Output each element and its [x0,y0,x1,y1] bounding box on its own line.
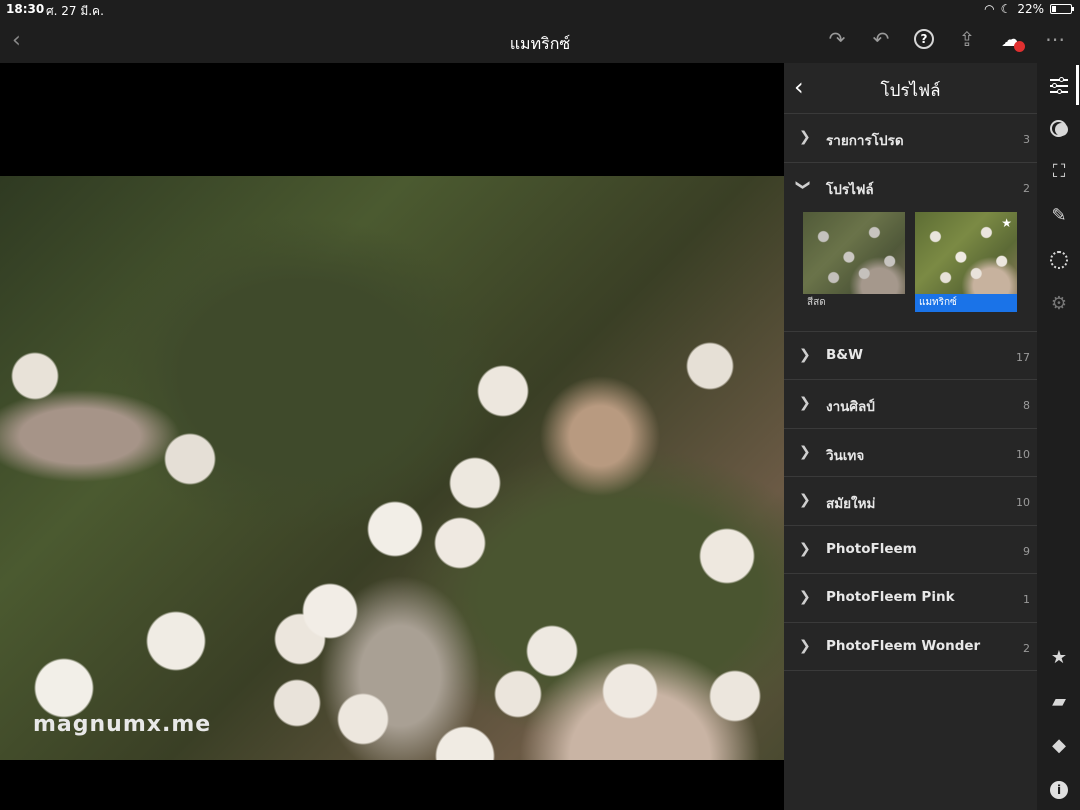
photo-area: magnumx.me [0,63,784,810]
chevron-right-icon: ❯ [799,443,811,460]
status-bar: 18:30 ศ. 27 มี.ค. ◠ ☾ 22% [0,0,1080,20]
group-label: PhotoFleem [826,540,917,557]
thumb-image [803,211,905,294]
cloud-sync-icon[interactable]: ☁ [1000,27,1025,52]
wifi-icon: ◠ [984,2,995,16]
group-label: PhotoFleem Pink [826,589,955,605]
chevron-right-icon: ❯ [799,129,811,145]
versions-icon[interactable]: ⚙ [1048,293,1070,315]
profile-panel: ‹ โปรไฟล์ ❯ รายการโปรด 3 ❯ โปรไฟล์ 2 สีส… [784,63,1037,810]
chevron-right-icon: ❯ [799,395,811,411]
status-date: ศ. 27 มี.ค. [46,4,104,18]
watermark: magnumx.me [33,712,212,737]
group-count: 10 [1016,447,1030,461]
top-bar: ‹ แมทริกซ์ ↷ ↶ ? ⇪ ☁ ⋯ [0,20,1080,63]
error-badge [1014,41,1025,52]
chevron-right-icon: ❯ [799,589,811,605]
group-count: 8 [1023,399,1030,412]
chevron-right-icon: ❯ [799,637,811,654]
group-favorites[interactable]: ❯ รายการโปรด 3 [784,114,1037,163]
thumb-label: แมทริกซ์ [915,293,1017,312]
group-label: สมัยใหม่ [826,496,876,512]
share-icon[interactable]: ⇪ [956,27,978,51]
toolbar: ↷ ↶ ? ⇪ ☁ ⋯ [826,27,1066,52]
group-bw[interactable]: ❯ B&W 17 [784,332,1037,380]
group-label: งานศิลป์ [826,399,875,415]
tag-icon[interactable]: ◆ [1048,735,1070,757]
status-time: 18:30 [6,2,45,16]
group-count: 2 [1023,641,1030,655]
group-count: 9 [1023,544,1030,558]
panel-header: ‹ โปรไฟล์ [784,63,1037,114]
crop-icon[interactable]: ⛶ [1048,161,1070,183]
group-modern[interactable]: ❯ สมัยใหม่ 10 [784,477,1037,526]
undo-icon[interactable]: ↶ [870,27,892,51]
more-icon[interactable]: ⋯ [1044,27,1066,51]
group-photofleem-pink[interactable]: ❯ PhotoFleem Pink 1 [784,574,1037,623]
group-vintage[interactable]: ❯ วินเทจ 10 [784,429,1037,477]
group-label: PhotoFleem Wonder [826,637,981,654]
masking-icon[interactable] [1048,249,1070,271]
group-label: โปรไฟล์ [826,181,874,198]
healing-icon[interactable]: ✎ [1048,205,1070,227]
thumb-label: สีสด [807,296,826,308]
group-count: 1 [1023,593,1030,606]
star-rating-icon[interactable]: ★ [1048,647,1070,669]
photo-preview[interactable] [0,176,784,760]
group-label: รายการโปรด [826,133,904,149]
group-count: 3 [1023,133,1030,146]
status-right: ◠ ☾ 22% [984,2,1074,16]
group-photofleem-wonder[interactable]: ❯ PhotoFleem Wonder 2 [784,623,1037,671]
chevron-right-icon: ❯ [799,540,811,557]
group-count: 2 [1023,181,1030,195]
profile-thumb-matrix[interactable]: ★ แมทริกซ์ [915,211,1017,312]
group-photofleem[interactable]: ❯ PhotoFleem 9 [784,526,1037,574]
group-label: B&W [826,346,863,363]
edit-tool-strip: ⛶ ✎ ⚙ ★ ▰ ◆ i [1037,63,1080,810]
battery-icon [1050,4,1074,14]
chevron-right-icon: ❯ [799,346,811,363]
panel-title: โปรไฟล์ [880,81,941,101]
profile-thumb-vivid[interactable]: สีสด [803,211,905,312]
group-count: 17 [1016,350,1030,364]
redo-icon[interactable]: ↷ [826,27,848,51]
profile-thumbnails: สีสด ★ แมทริกซ์ [803,211,1017,312]
group-count: 10 [1016,496,1030,509]
group-label: วินเทจ [826,447,865,464]
help-icon[interactable]: ? [914,29,934,49]
info-icon[interactable]: i [1050,781,1068,799]
moon-icon: ☾ [1000,2,1012,16]
presets-icon[interactable] [1048,117,1070,139]
chevron-down-icon: ❯ [794,178,811,191]
group-artistic[interactable]: ❯ งานศิลป์ 8 [784,380,1037,429]
star-icon[interactable]: ★ [1001,216,1012,230]
battery-percent: 22% [1017,2,1044,16]
comment-icon[interactable]: ▰ [1048,691,1070,713]
chevron-right-icon: ❯ [799,492,811,508]
group-profiles[interactable]: ❯ โปรไฟล์ 2 สีสด ★ แมทริกซ์ [784,163,1037,332]
edit-sliders-icon[interactable] [1048,65,1079,105]
